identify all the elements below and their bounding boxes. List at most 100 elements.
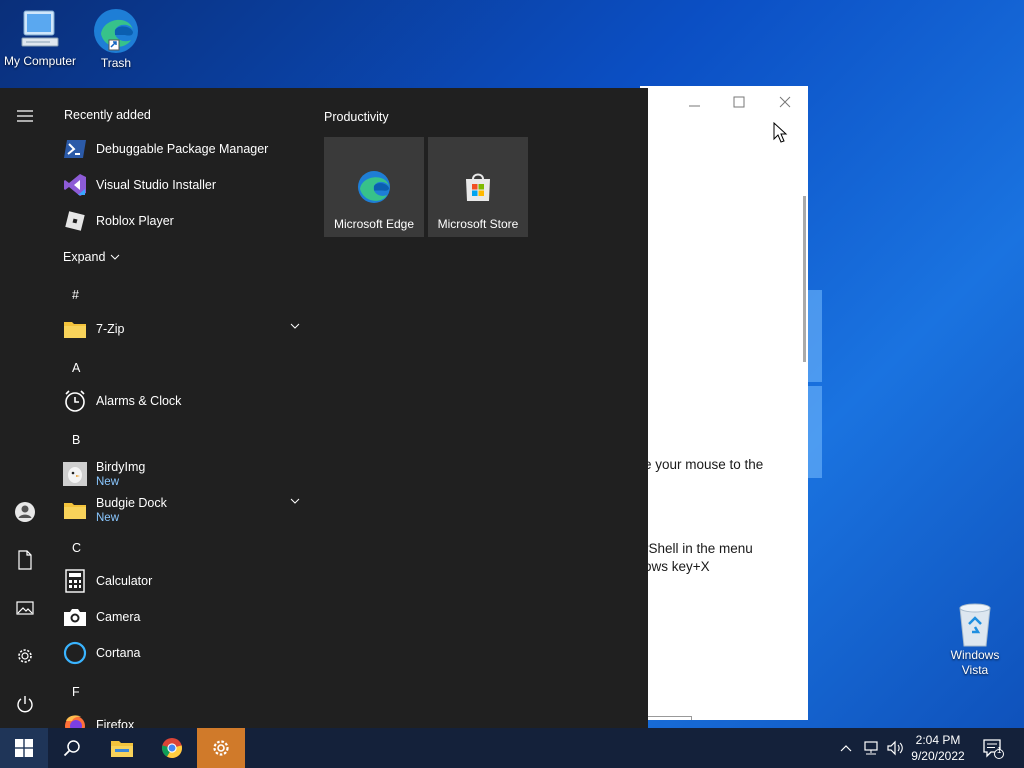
instruction-text: e your mouse to the: [644, 457, 764, 472]
start-rail: [0, 88, 50, 728]
pictures-button[interactable]: [9, 592, 41, 624]
maximize-button[interactable]: [724, 92, 754, 112]
firefox-icon: [62, 712, 88, 728]
start-menu: Recently added Debuggable Package Manage…: [0, 88, 648, 728]
app-debuggable-package-manager[interactable]: Debuggable Package Manager: [60, 131, 306, 167]
minimize-icon: [689, 105, 700, 107]
hamburger-menu-button[interactable]: [9, 100, 41, 132]
alarm-clock-icon: [62, 388, 88, 414]
taskbar: 2:04 PM 9/20/2022 1: [0, 728, 1024, 768]
action-center-button[interactable]: 1: [978, 728, 1008, 768]
network-icon: [864, 741, 878, 755]
app-label: Calculator: [96, 574, 153, 588]
birdyimg-icon: [62, 461, 88, 487]
user-account-icon: [15, 502, 35, 522]
tile-label: Microsoft Edge: [333, 217, 415, 231]
notification-count-badge: 1: [997, 746, 1002, 755]
app-calculator[interactable]: Calculator: [60, 563, 306, 599]
tile-microsoft-edge[interactable]: Microsoft Edge: [324, 137, 424, 237]
desktop-icon-label: Windows Vista: [950, 648, 1000, 677]
edge-icon: [358, 171, 390, 203]
network-button[interactable]: [860, 728, 882, 768]
powershell-icon: [62, 136, 88, 162]
letter-header[interactable]: #: [72, 288, 79, 302]
chevron-up-icon: [840, 745, 852, 752]
app-firefox[interactable]: Firefox: [60, 707, 306, 728]
app-visual-studio-installer[interactable]: Visual Studio Installer: [60, 167, 306, 203]
file-explorer-button[interactable]: [98, 728, 146, 768]
edge-icon: [94, 9, 138, 53]
minimize-button[interactable]: [680, 92, 710, 112]
scrollbar[interactable]: [803, 196, 806, 362]
expand-button[interactable]: Expand: [63, 250, 120, 264]
pictures-icon: [16, 601, 34, 615]
windows-start-icon: [15, 739, 33, 757]
letter-header[interactable]: B: [72, 433, 80, 447]
start-button[interactable]: [0, 728, 48, 768]
tile-microsoft-store[interactable]: Microsoft Store: [428, 137, 528, 237]
recently-added-header: Recently added: [64, 108, 151, 122]
settings-taskbar-button[interactable]: [197, 728, 245, 768]
letter-header[interactable]: C: [72, 541, 81, 555]
letter-header[interactable]: F: [72, 685, 80, 699]
search-icon: [63, 740, 80, 757]
system-clock[interactable]: 2:04 PM 9/20/2022: [900, 732, 976, 764]
documents-button[interactable]: [9, 544, 41, 576]
hamburger-menu-icon: [17, 110, 33, 122]
app-camera[interactable]: Camera: [60, 599, 306, 635]
app-budgie-dock[interactable]: Budgie Dock New: [60, 491, 306, 529]
desktop-icon-my-computer[interactable]: My Computer: [0, 8, 80, 69]
user-account-button[interactable]: [9, 496, 41, 528]
folder-icon: [62, 497, 88, 523]
close-button[interactable]: [770, 92, 800, 112]
app-roblox-player[interactable]: Roblox Player: [60, 203, 306, 239]
desktop-icon-trash[interactable]: Trash: [76, 6, 156, 71]
chevron-down-icon[interactable]: [290, 498, 300, 504]
app-label: Cortana: [96, 646, 141, 660]
app-label: Debuggable Package Manager: [96, 142, 269, 156]
clock-date: 9/20/2022: [911, 749, 965, 763]
settings-button[interactable]: [9, 640, 41, 672]
app-7-zip[interactable]: 7-Zip: [60, 311, 306, 347]
app-label: Roblox Player: [96, 214, 174, 228]
wallpaper-beam: [808, 290, 822, 382]
recycle-bin-icon: [959, 603, 991, 647]
mouse-cursor-icon: [773, 122, 788, 143]
app-alarms-clock[interactable]: Alarms & Clock: [60, 383, 306, 419]
app-name: BirdyImg: [96, 460, 146, 474]
desktop-icon-windows-vista[interactable]: Windows Vista: [935, 600, 1015, 678]
chevron-down-icon[interactable]: [290, 323, 300, 329]
desktop-icon-label: My Computer: [3, 54, 77, 68]
new-badge: New: [96, 476, 120, 488]
app-label: Visual Studio Installer: [96, 178, 216, 192]
visual-studio-icon: [62, 172, 88, 198]
power-button[interactable]: [9, 688, 41, 720]
desktop-icon-label: Trash: [100, 56, 132, 70]
maximize-icon: [733, 96, 745, 108]
store-icon: [466, 173, 490, 201]
folder-icon: [62, 316, 88, 342]
app-name: Budgie Dock: [96, 496, 167, 510]
show-hidden-icons-button[interactable]: [836, 728, 856, 768]
search-button[interactable]: [48, 728, 96, 768]
calculator-icon: [62, 568, 88, 594]
app-birdyimg[interactable]: BirdyImg New: [60, 455, 306, 493]
app-label: Budgie Dock New: [96, 496, 167, 524]
instruction-text: ows key+X: [644, 559, 710, 574]
background-window[interactable]: e your mouse to the rShell in the menu o…: [640, 86, 808, 720]
roblox-icon: [62, 208, 88, 234]
file-explorer-icon: [111, 741, 133, 757]
chrome-button[interactable]: [148, 728, 196, 768]
cortana-icon: [62, 640, 88, 666]
app-label: BirdyImg New: [96, 460, 145, 488]
computer-icon: [21, 10, 59, 47]
app-label: Camera: [96, 610, 141, 624]
app-cortana[interactable]: Cortana: [60, 635, 306, 671]
productivity-group-header[interactable]: Productivity: [324, 110, 389, 124]
expand-label: Expand: [63, 250, 106, 264]
letter-header[interactable]: A: [72, 361, 80, 375]
instruction-text: rShell in the menu: [644, 541, 753, 556]
close-icon: [779, 96, 791, 108]
settings-gear-icon: [213, 740, 229, 756]
settings-gear-icon: [18, 649, 32, 663]
